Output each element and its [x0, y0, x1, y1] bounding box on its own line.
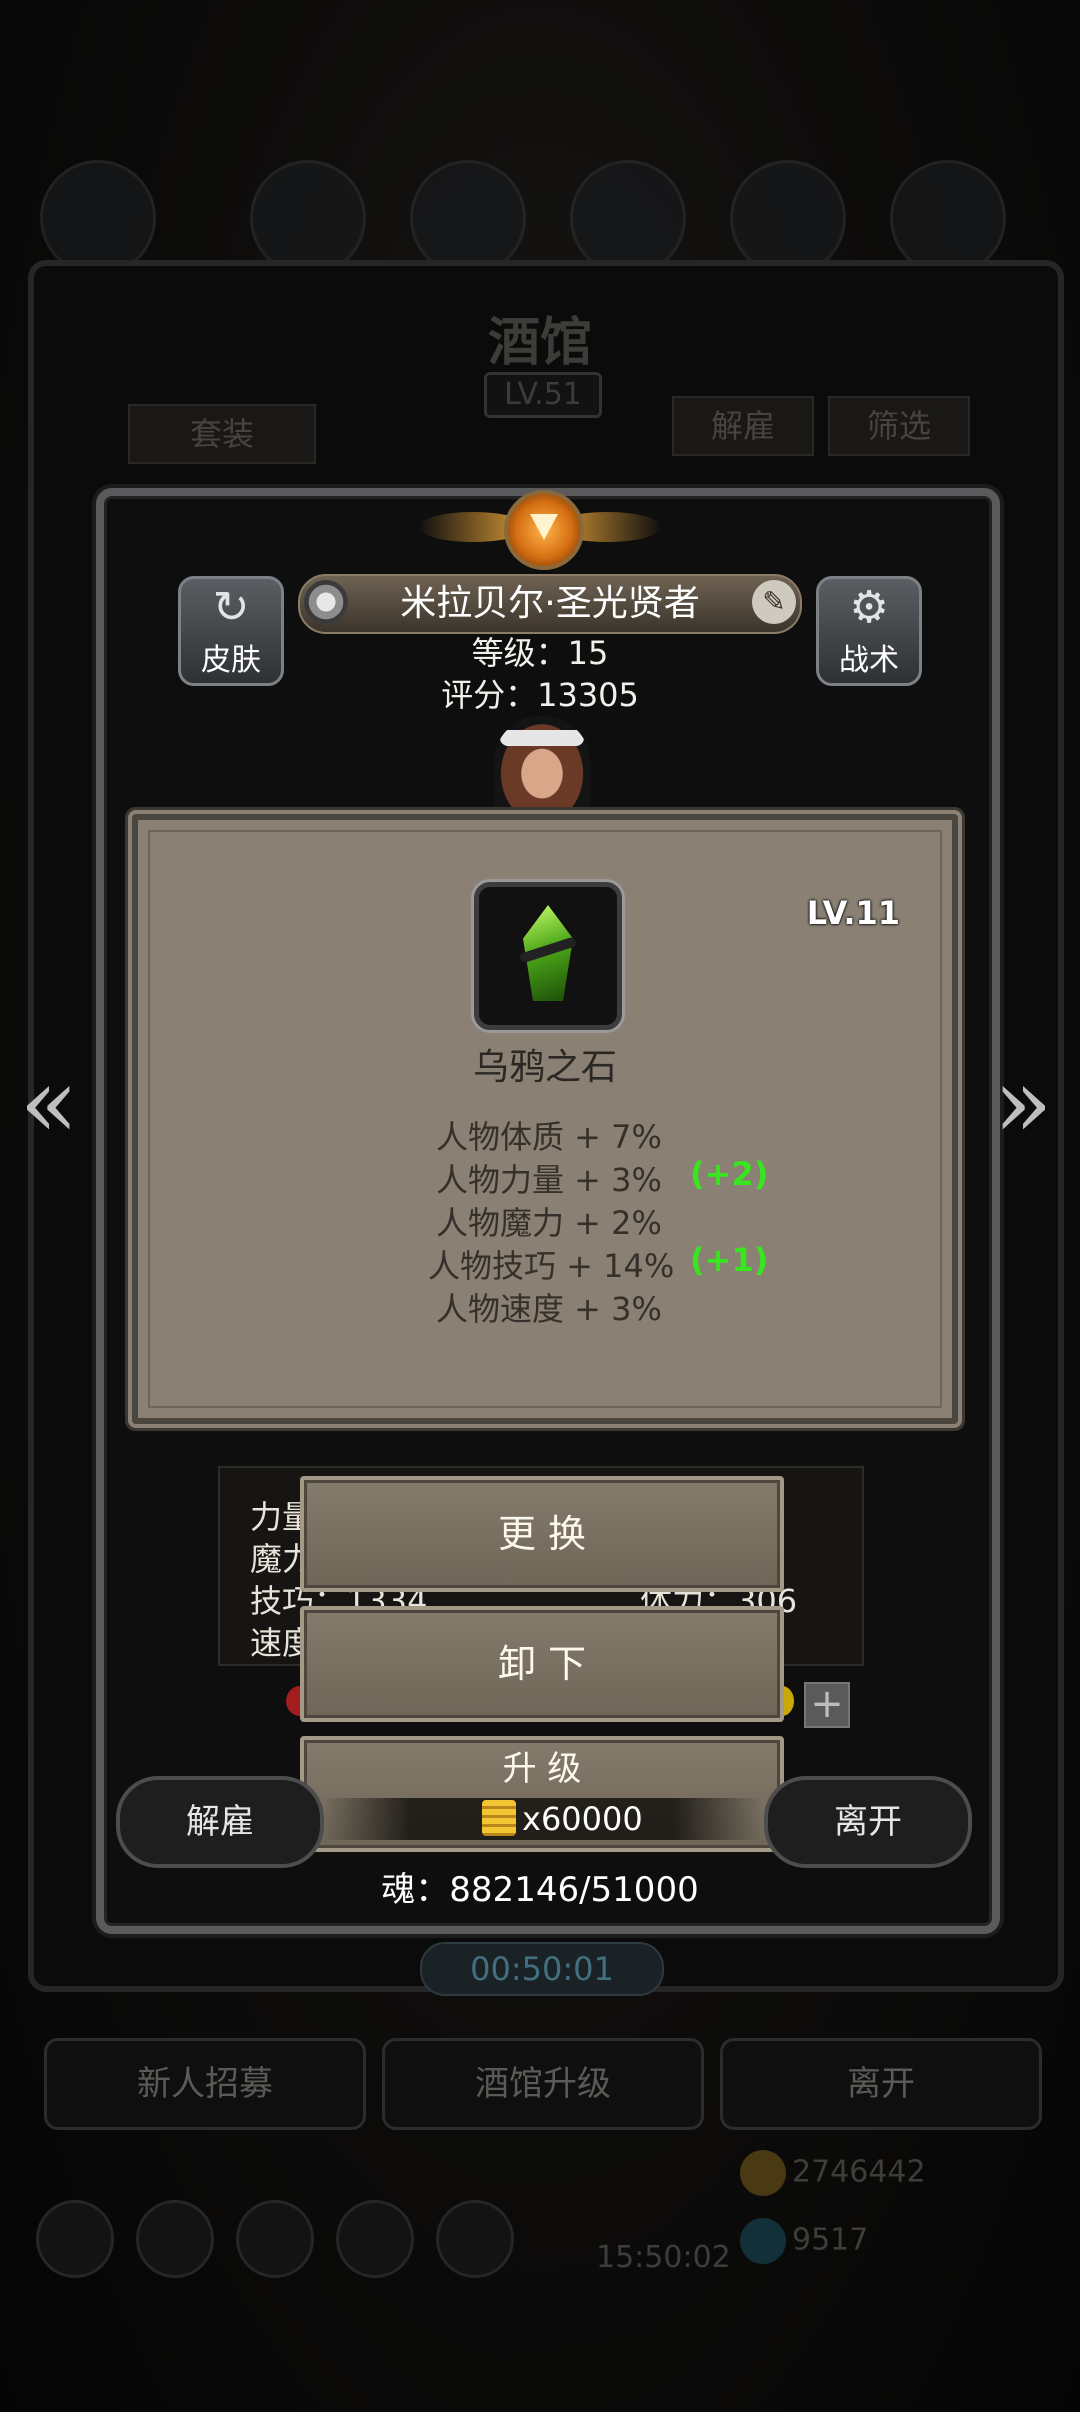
gem-resource: 9517 [740, 2218, 868, 2264]
hero-name: 米拉贝尔·圣光贤者 [400, 583, 700, 624]
tavern-leave-button: 离开 [720, 2038, 1042, 2130]
filter-tab: 筛选 [828, 396, 970, 456]
avatar-icon [40, 160, 156, 276]
gem-icon [740, 2218, 786, 2264]
dock-icon [36, 2200, 114, 2278]
gold-coin-icon [482, 1800, 516, 1836]
menu-icon [410, 160, 526, 276]
equipment-tooltip: LV.11 乌鸦之石 人物体质 + 7% 人物力量 + 3% (+2) 人物魔力… [132, 814, 958, 1424]
edit-icon[interactable]: ✎ [752, 580, 796, 624]
suit-tab: 套装 [128, 404, 316, 464]
attr-magic: 人物魔力 + 2% [436, 1204, 662, 1242]
attr-strength: 人物力量 + 3% [436, 1161, 662, 1199]
unequip-button[interactable]: 卸 下 [300, 1606, 784, 1722]
chevron-left-icon[interactable]: « [14, 1055, 84, 1151]
sun-emblem-icon [504, 490, 584, 570]
tavern-timer: 00:50:01 [420, 1942, 664, 1996]
tavern-level: LV.51 [484, 372, 602, 418]
chevron-right-icon[interactable]: » [988, 1055, 1058, 1151]
hero-name-bar: 米拉贝尔·圣光贤者 ✎ [298, 574, 802, 634]
hero-level: 等级：15 [471, 634, 609, 672]
menu-icon [570, 160, 686, 276]
dock-icon [236, 2200, 314, 2278]
menu-icon [250, 160, 366, 276]
attr-constitution: 人物体质 + 7% [436, 1118, 662, 1156]
item-level: LV.11 [806, 894, 900, 932]
add-button[interactable]: + [804, 1682, 850, 1728]
attr-strength-bonus: (+2) [690, 1155, 769, 1193]
tavern-upgrade-button: 酒馆升级 [382, 2038, 704, 2130]
raven-stone-icon [474, 882, 622, 1030]
gift-timer: 15:50:02 [596, 2240, 731, 2275]
dismiss-tab: 解雇 [672, 396, 814, 456]
gold-resource: 2746442 [740, 2150, 926, 2196]
upgrade-cost: x60000 [322, 1798, 762, 1840]
menu-icon [890, 160, 1006, 276]
dock-icon [136, 2200, 214, 2278]
attr-speed: 人物速度 + 3% [436, 1290, 662, 1328]
soul-counter: 魂：882146/51000 [381, 1870, 699, 1910]
menu-icon [730, 160, 846, 276]
replace-button[interactable]: 更 换 [300, 1476, 784, 1592]
upgrade-button[interactable]: 升 级 x60000 [300, 1736, 784, 1852]
hero-portrait [494, 716, 590, 812]
leave-button[interactable]: 离开 [764, 1776, 972, 1868]
tavern-title: 酒馆 [487, 312, 592, 373]
gold-icon [740, 2150, 786, 2196]
hero-score: 评分：13305 [441, 676, 639, 714]
medal-icon [304, 580, 348, 624]
attr-skill-bonus: (+1) [690, 1241, 769, 1279]
recruit-button: 新人招募 [44, 2038, 366, 2130]
panel-emblem [418, 486, 662, 570]
dock-icon [436, 2200, 514, 2278]
item-name: 乌鸦之石 [472, 1047, 617, 1088]
attr-skill: 人物技巧 + 14% [428, 1247, 675, 1285]
dock-icon [336, 2200, 414, 2278]
dismiss-button[interactable]: 解雇 [116, 1776, 324, 1868]
